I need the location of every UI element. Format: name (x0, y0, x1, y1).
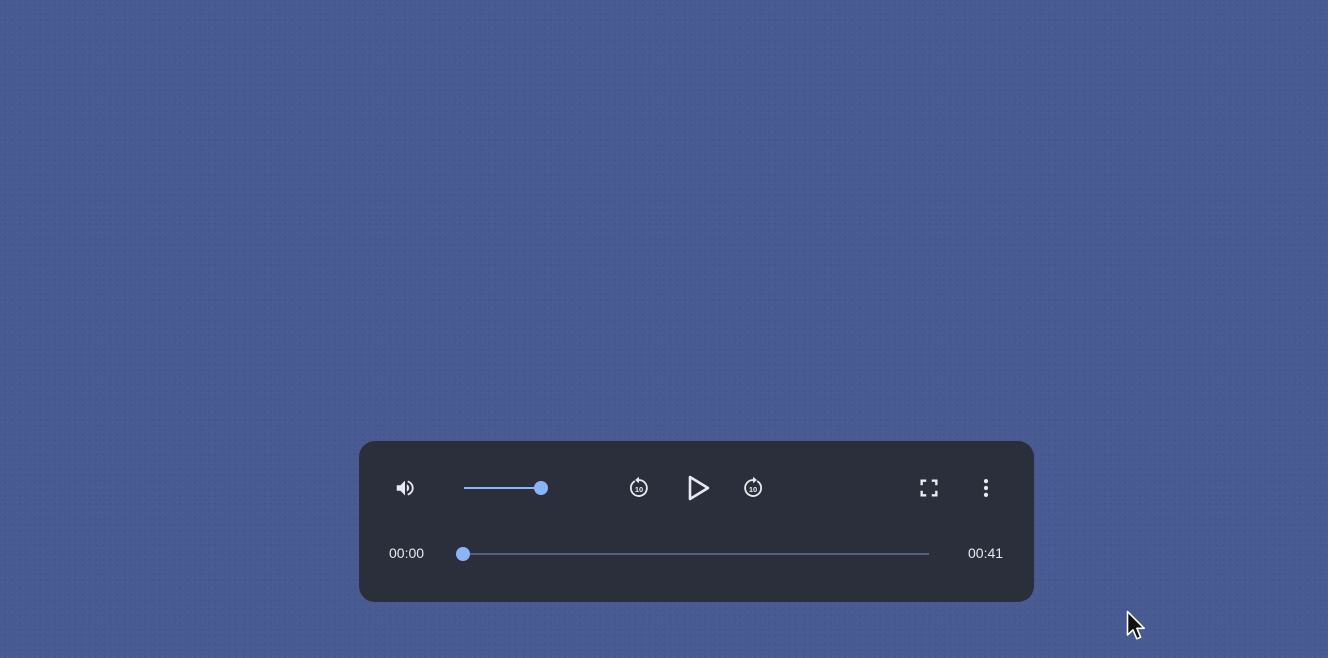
more-options-button[interactable] (968, 470, 1004, 506)
mouse-pointer-icon (1126, 610, 1145, 640)
volume-slider-thumb[interactable] (534, 481, 548, 495)
fullscreen-button[interactable] (911, 470, 947, 506)
total-duration: 00:41 (968, 545, 1004, 561)
volume-button[interactable] (387, 470, 423, 506)
forward-seconds-label: 10 (749, 485, 757, 494)
rewind-10-button[interactable]: 10 (621, 470, 657, 506)
volume-level-track (464, 487, 541, 489)
rewind-seconds-label: 10 (635, 485, 643, 494)
volume-up-icon (396, 480, 414, 496)
fullscreen-icon (920, 479, 938, 497)
play-button[interactable] (678, 468, 718, 508)
play-icon (688, 475, 710, 501)
seek-slider[interactable] (456, 546, 929, 562)
seek-slider-thumb[interactable] (456, 547, 470, 561)
forward-10-button[interactable]: 10 (735, 470, 771, 506)
forward-10-icon: 10 (744, 476, 762, 497)
replay-10-icon: 10 (630, 476, 648, 497)
media-controls-panel: 10 10 00:00 00:41 (359, 441, 1034, 602)
volume-slider[interactable] (464, 481, 548, 495)
current-time: 00:00 (389, 545, 425, 561)
more-vert-icon (983, 479, 989, 497)
seek-track (463, 553, 929, 555)
